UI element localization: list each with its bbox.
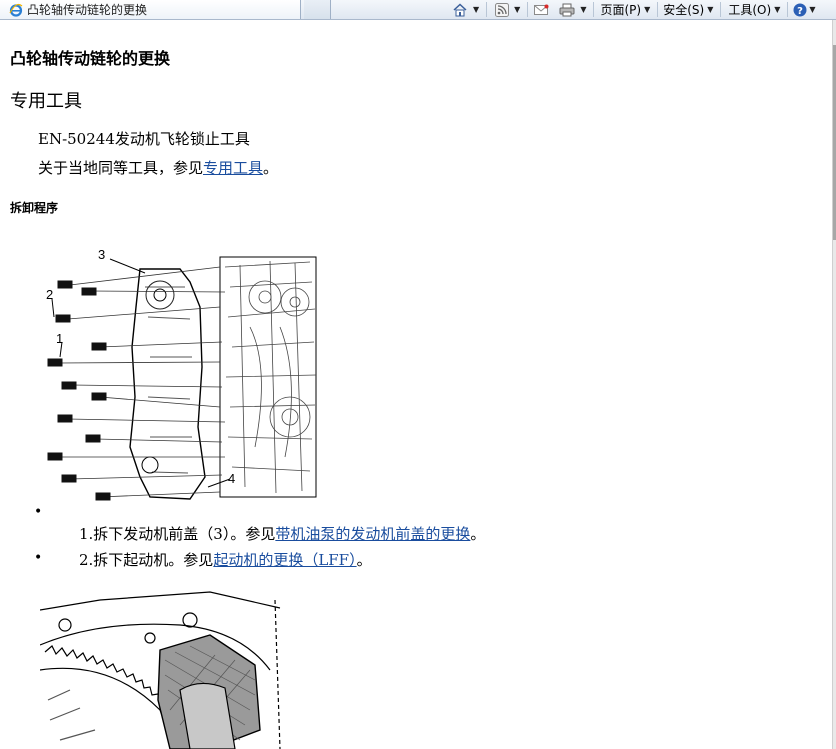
special-tools-heading: 专用工具 — [10, 91, 82, 112]
toolbar-divider — [593, 2, 595, 17]
chevron-down-icon[interactable]: ▼ — [580, 5, 586, 14]
print-button[interactable]: ▼ — [559, 0, 592, 19]
callout-2: 2 — [46, 287, 53, 302]
removal-procedure-heading: 拆卸程序 — [10, 201, 59, 215]
engine-front-cover-link[interactable]: 带机油泵的发动机前盖的更换 — [275, 525, 470, 543]
help-button[interactable]: ? ▼ — [793, 0, 816, 19]
step-1-suffix: 。 — [470, 525, 486, 543]
tab-title: 凸轮轴传动链轮的更换 — [27, 3, 148, 17]
equivalent-prefix: 关于当地同等工具，参见 — [38, 159, 204, 177]
new-tab-button[interactable] — [304, 0, 331, 19]
chevron-down-icon[interactable]: ▼ — [514, 5, 520, 14]
toolbar-divider — [657, 2, 659, 17]
step-2: 2.拆下起动机。参见起动机的更换（LFF）。 — [79, 549, 372, 570]
callout-1: 1 — [56, 331, 63, 346]
toolbar-divider — [527, 2, 529, 17]
browser-tab[interactable]: 凸轮轴传动链轮的更换 — [0, 0, 301, 19]
page-title: 凸轮轴传动链轮的更换 — [10, 49, 171, 68]
page-menu-button[interactable]: 页面(P) ▼ — [600, 0, 656, 19]
browser-toolbar: 凸轮轴传动链轮的更换 ▼ ▼ ▼ 页面(P) ▼ 安全(S) ▼ 工具(O) ▼… — [0, 0, 836, 20]
safety-menu-label: 安全(S) — [663, 3, 705, 17]
step-2-suffix: 。 — [356, 551, 372, 569]
toolbar-divider — [720, 2, 722, 17]
help-symbol: ? — [797, 6, 803, 17]
special-tools-link[interactable]: 专用工具 — [203, 159, 263, 177]
equivalent-suffix: 。 — [263, 159, 279, 177]
home-button[interactable]: ▼ — [452, 0, 485, 19]
chevron-down-icon[interactable]: ▼ — [473, 5, 479, 14]
home-icon — [453, 2, 467, 16]
feeds-button[interactable]: ▼ — [495, 0, 526, 19]
list-bullet: • — [34, 504, 43, 520]
chevron-down-icon: ▼ — [644, 5, 651, 14]
chevron-down-icon: ▼ — [707, 5, 714, 14]
printer-icon — [559, 3, 575, 16]
chevron-down-icon: ▼ — [774, 5, 781, 14]
callout-4: 4 — [228, 471, 235, 486]
toolbar-divider — [486, 2, 488, 17]
tools-menu-button[interactable]: 工具(O) ▼ — [728, 0, 786, 19]
page-menu-label: 页面(P) — [600, 3, 642, 17]
chevron-down-icon: ▼ — [809, 5, 816, 14]
step-2-text: 2.拆下起动机。参见 — [79, 551, 214, 569]
flywheel-locking-tool-illustration — [40, 591, 281, 749]
starter-replacement-link[interactable]: 起动机的更换（LFF） — [213, 551, 356, 569]
help-icon: ? — [793, 3, 807, 17]
mail-button[interactable] — [534, 0, 549, 19]
list-bullet: • — [34, 550, 43, 566]
engine-front-cover-illustration: 3 2 1 4 — [46, 247, 317, 501]
equivalent-tools-line: 关于当地同等工具，参见专用工具。 — [38, 157, 278, 178]
tool-item: EN-50244发动机飞轮锁止工具 — [38, 130, 250, 148]
callout-3: 3 — [98, 247, 105, 262]
rss-feed-icon — [495, 2, 510, 17]
ie-logo-icon — [9, 3, 23, 17]
toolbar-commands: ▼ ▼ ▼ 页面(P) ▼ 安全(S) ▼ 工具(O) ▼ ? ▼ — [452, 0, 816, 19]
step-1: 1.拆下发动机前盖（3）。参见带机油泵的发动机前盖的更换。 — [79, 523, 485, 544]
vertical-scrollbar[interactable] — [832, 20, 836, 749]
step-1-text: 1.拆下发动机前盖（3）。参见 — [79, 525, 276, 543]
tools-menu-label: 工具(O) — [728, 3, 772, 17]
toolbar-divider — [787, 2, 789, 17]
safety-menu-button[interactable]: 安全(S) ▼ — [663, 0, 719, 19]
mail-icon — [534, 4, 549, 15]
